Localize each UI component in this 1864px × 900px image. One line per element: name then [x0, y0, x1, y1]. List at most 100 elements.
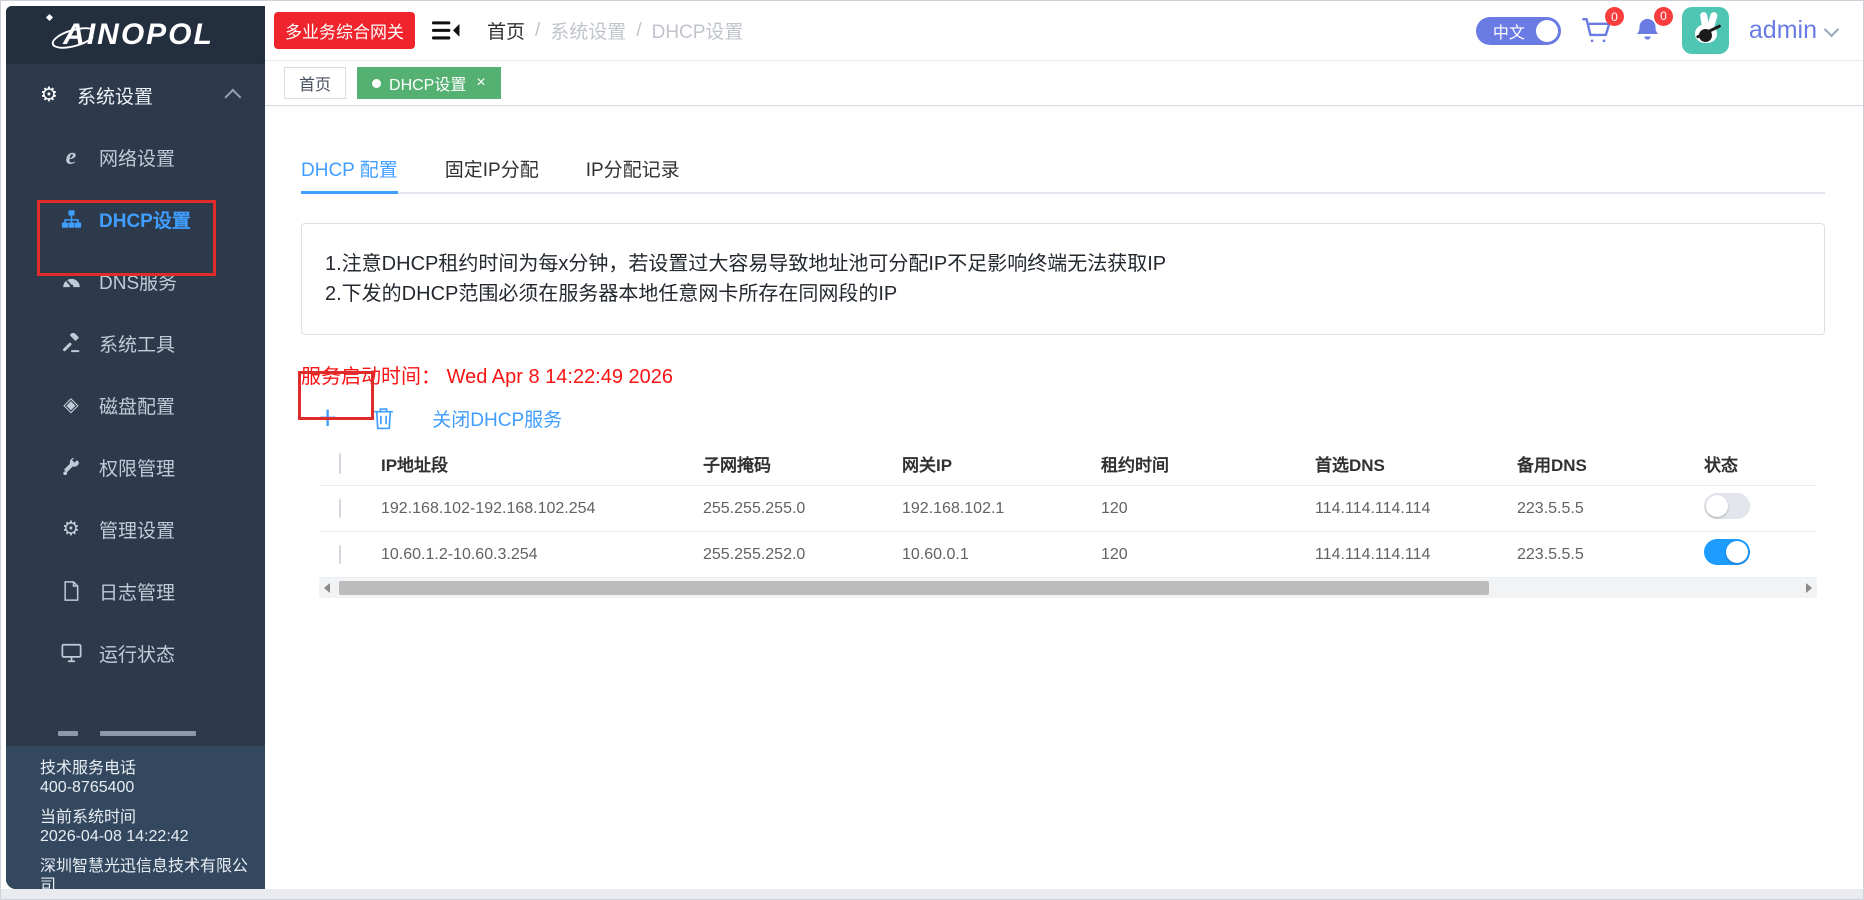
cart-button[interactable]: 0	[1581, 17, 1613, 44]
company-name: 深圳智慧光迅信息技术有限公司	[40, 857, 255, 889]
sidebar-collapse-button[interactable]	[432, 20, 460, 41]
tab-dhcp-config[interactable]: DHCP 配置	[301, 152, 398, 192]
scrollbar-thumb[interactable]	[339, 581, 1489, 595]
sidebar-item-label: 运行状态	[99, 640, 175, 667]
scroll-right-arrow-icon[interactable]	[1806, 583, 1812, 593]
col-backup-dns: 备用DNS	[1517, 451, 1704, 476]
col-subnet-mask: 子网掩码	[703, 451, 902, 476]
topbar: 多业务综合网关 首页 / 系统设置 / DHCP设置 中文 0 0	[265, 1, 1863, 61]
sidebar-item-network-settings[interactable]: e 网络设置	[6, 126, 265, 188]
language-label: 中文	[1493, 19, 1525, 43]
col-status: 状态	[1704, 451, 1817, 476]
cell-gateway-ip: 10.60.0.1	[902, 546, 1101, 564]
breadcrumb-separator: /	[636, 20, 641, 42]
add-button[interactable]: +	[318, 403, 337, 433]
topbar-right: 中文 0 0 admin	[1476, 7, 1837, 54]
tab-ip-records[interactable]: IP分配记录	[586, 152, 680, 192]
sidebar-item-permission-management[interactable]: 权限管理	[6, 436, 265, 498]
wrench-icon	[58, 457, 84, 477]
close-dhcp-link[interactable]: 关闭DHCP服务	[432, 405, 562, 432]
monitor-icon	[58, 643, 84, 663]
user-menu[interactable]: admin	[1749, 16, 1837, 45]
service-phone-number: 400-8765400	[40, 778, 255, 797]
breadcrumb-system-settings[interactable]: 系统设置	[550, 17, 626, 44]
content-tabs: DHCP 配置 固定IP分配 IP分配记录	[301, 152, 1825, 194]
logo-star-icon	[46, 14, 53, 21]
table-toolbar: + 关闭DHCP服务	[301, 401, 1825, 435]
breadcrumb-home[interactable]: 首页	[487, 17, 525, 44]
sidebar-item-label: DNS服务	[99, 268, 177, 295]
clipped-icon	[58, 731, 78, 736]
cell-lease-time: 120	[1101, 500, 1315, 518]
service-phone-label: 技术服务电话	[40, 759, 255, 778]
status-toggle[interactable]	[1704, 493, 1750, 519]
select-all-checkbox[interactable]	[339, 453, 341, 474]
tag-home[interactable]: 首页	[284, 67, 346, 99]
sitemap-icon	[58, 209, 84, 229]
horizontal-scrollbar[interactable]	[319, 578, 1817, 598]
avatar[interactable]	[1682, 7, 1729, 54]
sidebar-item-label: DHCP设置	[99, 206, 191, 233]
row-checkbox[interactable]	[339, 545, 341, 564]
sidebar-item-admin-settings[interactable]: ⚙ 管理设置	[6, 498, 265, 560]
sidebar-item-label: 权限管理	[99, 454, 175, 481]
cell-lease-time: 120	[1101, 546, 1315, 564]
close-icon[interactable]: ×	[476, 75, 485, 91]
sidebar-item-label: 日志管理	[99, 578, 175, 605]
table-row: 10.60.1.2-10.60.3.254 255.255.252.0 10.6…	[319, 532, 1817, 578]
cell-backup-dns: 223.5.5.5	[1517, 500, 1704, 518]
internet-explorer-icon: e	[58, 147, 84, 167]
tag-label: DHCP设置	[389, 71, 466, 95]
sidebar-item-label: 系统设置	[77, 82, 153, 109]
active-dot-icon	[372, 79, 381, 88]
sidebar-item-system-settings[interactable]: ⚙ 系统设置	[6, 64, 265, 126]
bottom-strip	[1, 889, 1863, 899]
sidebar-item-disk-config[interactable]: ◈ 磁盘配置	[6, 374, 265, 436]
cart-count-badge: 0	[1605, 7, 1624, 26]
chevron-down-icon	[1824, 22, 1840, 38]
tag-dhcp-settings[interactable]: DHCP设置 ×	[357, 67, 501, 99]
delete-button[interactable]	[373, 407, 394, 430]
trash-icon	[373, 407, 394, 430]
col-gateway-ip: 网关IP	[902, 451, 1101, 476]
clipped-label	[100, 731, 196, 736]
cell-gateway-ip: 192.168.102.1	[902, 500, 1101, 518]
tags-view: 首页 DHCP设置 ×	[265, 61, 1863, 106]
cell-subnet-mask: 255.255.255.0	[703, 500, 902, 518]
service-start-time-label: 服务启动时间：	[301, 366, 441, 388]
status-toggle[interactable]	[1704, 539, 1750, 565]
sidebar-item-log-management[interactable]: 日志管理	[6, 560, 265, 622]
row-checkbox[interactable]	[339, 499, 341, 518]
notice-line-2: 2.下发的DHCP范围必须在服务器本地任意网卡所存在同网段的IP	[325, 279, 1801, 309]
gateway-badge: 多业务综合网关	[274, 12, 415, 49]
sidebar-item-dns-service[interactable]: DNS服务	[6, 250, 265, 312]
sidebar-item-clipped[interactable]	[6, 684, 265, 746]
col-ip-range: IP地址段	[381, 451, 703, 476]
username: admin	[1749, 16, 1817, 45]
sidebar-item-dhcp-settings[interactable]: DHCP设置	[6, 188, 265, 250]
tab-static-ip[interactable]: 固定IP分配	[445, 152, 539, 192]
cell-primary-dns: 114.114.114.114	[1315, 546, 1517, 564]
bell-count-badge: 0	[1654, 7, 1673, 26]
gear-outline-icon: ⚙	[58, 519, 84, 539]
table-header: IP地址段 子网掩码 网关IP 租约时间 首选DNS 备用DNS 状态	[319, 442, 1817, 486]
sidebar-menu: ⚙ 系统设置 e 网络设置 DHCP设置 DNS服务 系统工具	[6, 64, 265, 746]
sidebar-item-running-status[interactable]: 运行状态	[6, 622, 265, 684]
main-area: 多业务综合网关 首页 / 系统设置 / DHCP设置 中文 0 0	[265, 1, 1863, 889]
gavel-icon	[58, 333, 84, 353]
cell-ip-range: 192.168.102-192.168.102.254	[381, 500, 703, 518]
notifications-button[interactable]: 0	[1633, 17, 1662, 45]
sidebar: AINOPOL ⚙ 系统设置 e 网络设置 DHCP设置 DNS服务	[6, 6, 265, 889]
col-primary-dns: 首选DNS	[1315, 451, 1517, 476]
tag-label: 首页	[299, 71, 331, 95]
gear-icon: ⚙	[36, 85, 62, 105]
breadcrumb: 首页 / 系统设置 / DHCP设置	[487, 17, 743, 44]
gauge-icon	[58, 272, 84, 290]
content: DHCP 配置 固定IP分配 IP分配记录 1.注意DHCP租约时间为每x分钟，…	[265, 152, 1863, 598]
service-start-time: 服务启动时间： Wed Apr 8 14:22:49 2026	[301, 360, 1825, 389]
file-icon	[58, 581, 84, 601]
sidebar-item-label: 网络设置	[99, 144, 175, 171]
language-toggle[interactable]: 中文	[1476, 17, 1561, 45]
sidebar-item-system-tools[interactable]: 系统工具	[6, 312, 265, 374]
scroll-left-arrow-icon[interactable]	[324, 583, 330, 593]
